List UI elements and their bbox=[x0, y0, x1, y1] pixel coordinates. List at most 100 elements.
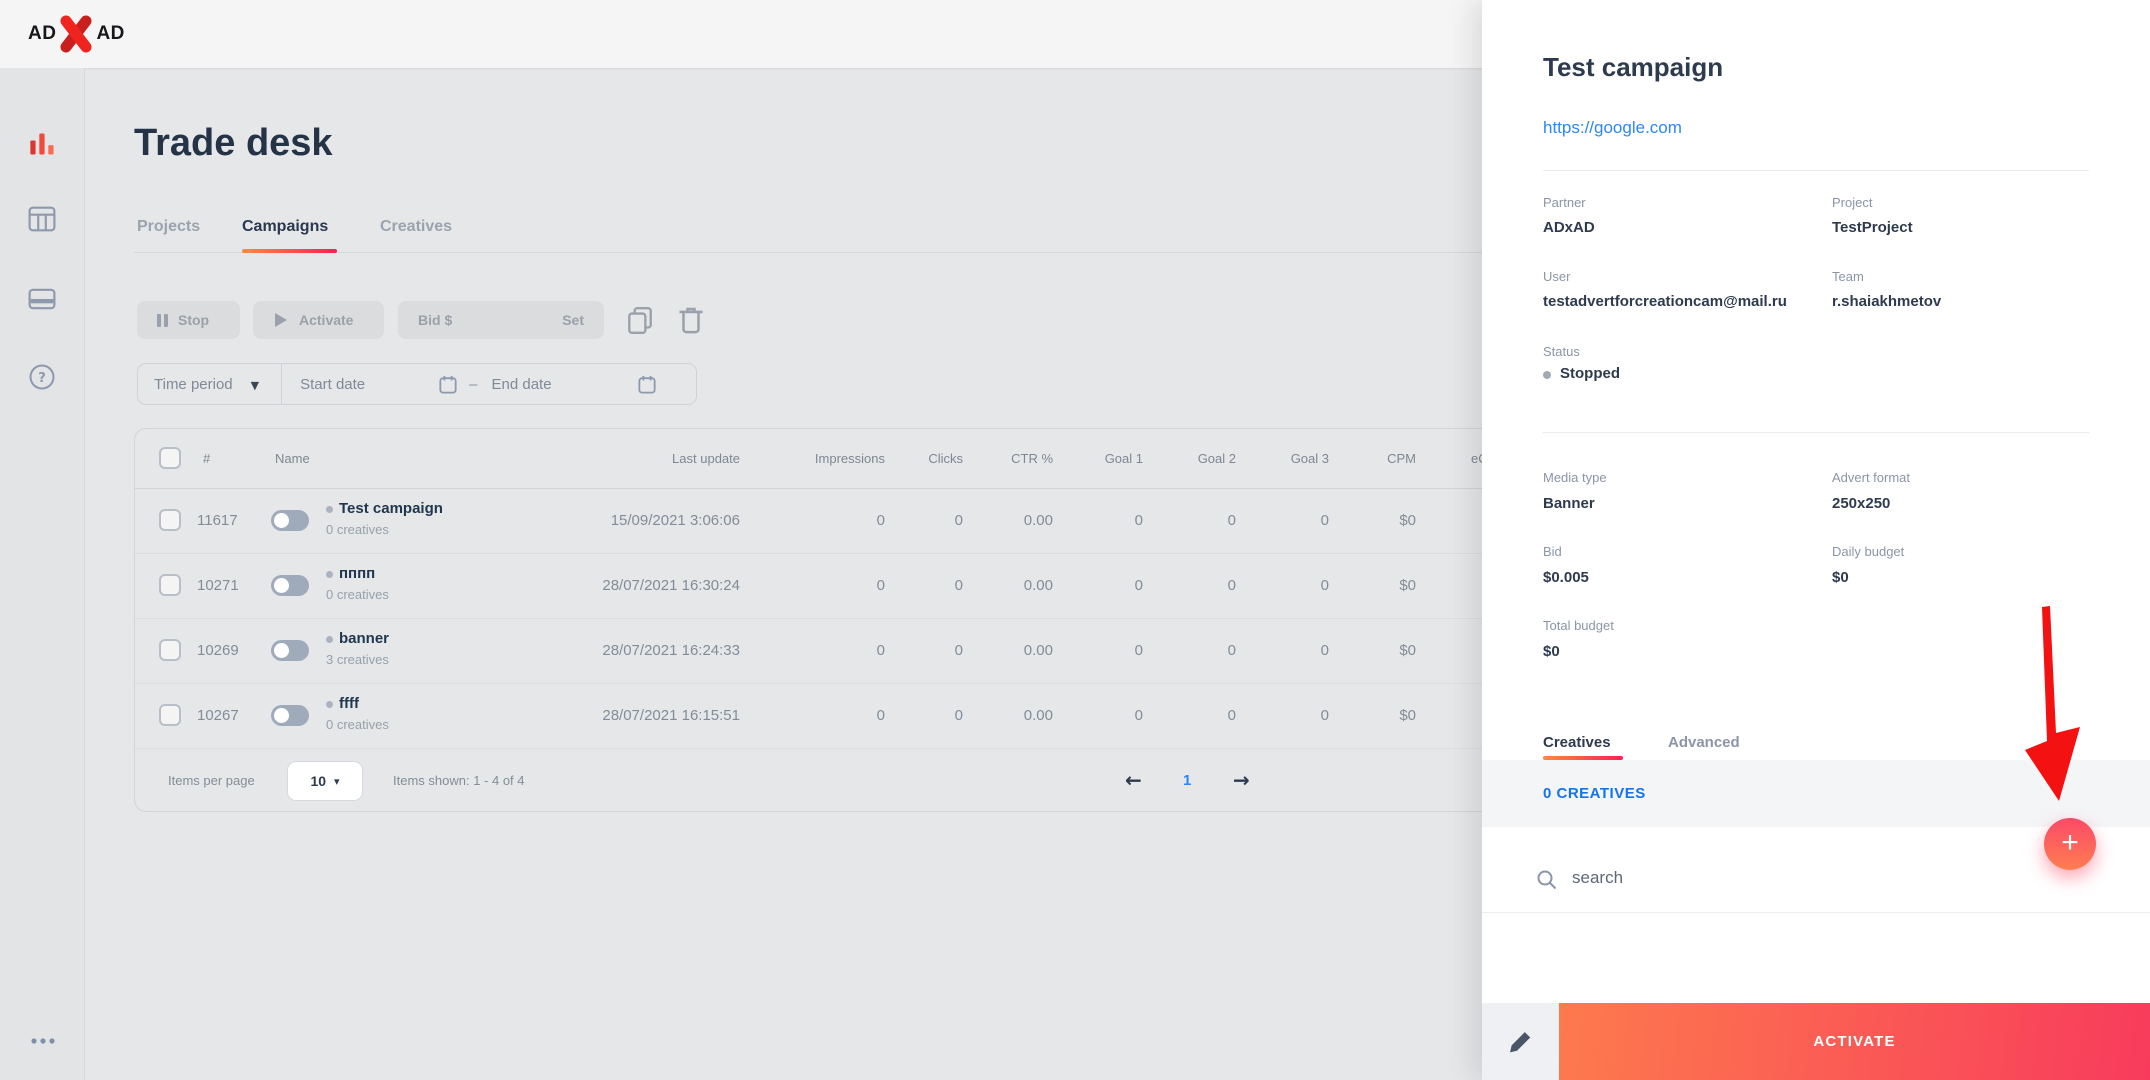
cell-ctr: 0.00 bbox=[1024, 618, 1053, 683]
campaign-row[interactable]: 10267 ffff 0 creatives 28/07/2021 16:15:… bbox=[135, 683, 1515, 748]
start-date-input[interactable]: Start date bbox=[300, 376, 365, 393]
media-type-value: Banner bbox=[1543, 495, 1595, 512]
cell-clicks: 0 bbox=[955, 618, 963, 683]
cell-clicks: 0 bbox=[955, 488, 963, 553]
pencil-icon bbox=[1508, 1029, 1534, 1055]
campaign-id: 10271 bbox=[197, 553, 239, 618]
stop-button[interactable]: Stop bbox=[137, 301, 240, 339]
bid-input[interactable]: Bid $ bbox=[418, 312, 452, 328]
end-date-calendar-icon[interactable] bbox=[638, 375, 656, 394]
bid-set-button[interactable]: Set bbox=[562, 312, 584, 328]
cell-goal1: 0 bbox=[1135, 488, 1143, 553]
tab-campaigns[interactable]: Campaigns bbox=[242, 218, 328, 236]
cell-cpm: $0 bbox=[1399, 553, 1416, 618]
campaign-url-link[interactable]: https://google.com bbox=[1543, 118, 1682, 138]
campaign-toggle[interactable] bbox=[271, 705, 309, 726]
campaign-name[interactable]: ffff bbox=[339, 695, 359, 712]
creatives-count: 0 CREATIVES bbox=[1543, 785, 1646, 802]
bid-set-control[interactable]: Bid $ Set bbox=[398, 301, 604, 339]
adxad-logo[interactable]: AD AD bbox=[28, 12, 125, 56]
campaign-name[interactable]: banner bbox=[339, 630, 389, 647]
advert-format-label: Advert format bbox=[1832, 470, 1910, 485]
daily-budget-label: Daily budget bbox=[1832, 544, 1904, 559]
campaign-details-panel: Test campaign https://google.com Partner… bbox=[1482, 0, 2150, 1080]
campaign-row[interactable]: 11617 Test campaign 0 creatives 15/09/20… bbox=[135, 488, 1515, 554]
edit-button[interactable] bbox=[1482, 1003, 1559, 1080]
tab-creatives[interactable]: Creatives bbox=[380, 218, 452, 236]
advert-format-value: 250x250 bbox=[1832, 495, 1890, 512]
status-bullet bbox=[326, 506, 333, 513]
campaign-id: 10269 bbox=[197, 618, 239, 683]
search-icon bbox=[1536, 869, 1558, 891]
activate-button[interactable]: Activate bbox=[253, 301, 384, 339]
campaign-name[interactable]: Test campaign bbox=[339, 500, 443, 517]
more-icon[interactable] bbox=[30, 1036, 56, 1046]
panel-activate-label: ACTIVATE bbox=[1813, 1033, 1895, 1050]
cell-goal2: 0 bbox=[1228, 618, 1236, 683]
end-date-input[interactable]: End date bbox=[492, 376, 552, 393]
active-tab-underline bbox=[242, 249, 337, 253]
campaign-row[interactable]: 10271 пппп 0 creatives 28/07/2021 16:30:… bbox=[135, 553, 1515, 619]
tab-projects[interactable]: Projects bbox=[137, 218, 200, 236]
prev-page-arrow[interactable]: ← bbox=[1125, 749, 1142, 812]
col-clicks: Clicks bbox=[928, 429, 963, 488]
cell-last-update: 28/07/2021 16:24:33 bbox=[602, 618, 740, 683]
status-bullet bbox=[326, 636, 333, 643]
pagination-bar: Items per page 10 ▾ Items shown: 1 - 4 o… bbox=[135, 748, 1515, 812]
panel-tab-advanced[interactable]: Advanced bbox=[1668, 734, 1740, 751]
add-creative-button[interactable]: + bbox=[2044, 818, 2096, 870]
panel-tab-creatives[interactable]: Creatives bbox=[1543, 734, 1611, 751]
pause-icon bbox=[157, 314, 168, 327]
row-checkbox[interactable] bbox=[159, 509, 181, 531]
row-checkbox[interactable] bbox=[159, 704, 181, 726]
bid-label: Bid bbox=[1543, 544, 1562, 559]
items-per-page-label: Items per page bbox=[168, 749, 255, 812]
total-budget-value: $0 bbox=[1543, 643, 1560, 660]
select-all-checkbox[interactable] bbox=[159, 447, 181, 469]
col-impressions: Impressions bbox=[815, 429, 885, 488]
svg-text:?: ? bbox=[38, 371, 46, 386]
panel-bottom-bar: ACTIVATE bbox=[1482, 1003, 2150, 1080]
items-per-page-select[interactable]: 10 ▾ bbox=[287, 761, 363, 801]
campaign-name[interactable]: пппп bbox=[339, 565, 375, 582]
help-icon[interactable]: ? bbox=[28, 363, 56, 391]
row-checkbox[interactable] bbox=[159, 574, 181, 596]
current-page[interactable]: 1 bbox=[1183, 749, 1191, 812]
cell-clicks: 0 bbox=[955, 553, 963, 618]
creative-search-input[interactable] bbox=[1570, 867, 1894, 889]
cell-cpm: $0 bbox=[1399, 683, 1416, 748]
payments-icon[interactable] bbox=[28, 285, 56, 313]
start-date-calendar-icon[interactable] bbox=[439, 375, 457, 394]
user-value: testadvertforcreationcam@mail.ru bbox=[1543, 293, 1787, 310]
copy-icon[interactable] bbox=[625, 305, 655, 335]
cell-goal1: 0 bbox=[1135, 683, 1143, 748]
app-root: AD AD bbox=[0, 0, 2150, 1080]
annotation-arrow-icon bbox=[2010, 598, 2100, 810]
cell-ctr: 0.00 bbox=[1024, 553, 1053, 618]
campaign-id: 11617 bbox=[197, 488, 238, 553]
cell-goal2: 0 bbox=[1228, 553, 1236, 618]
campaign-toggle[interactable] bbox=[271, 640, 309, 661]
panel-title: Test campaign bbox=[1543, 52, 1723, 83]
row-checkbox[interactable] bbox=[159, 639, 181, 661]
projects-icon[interactable] bbox=[28, 205, 56, 233]
daily-budget-value: $0 bbox=[1832, 569, 1849, 586]
campaign-toggle[interactable] bbox=[271, 510, 309, 531]
campaign-creatives-count: 0 creatives bbox=[326, 587, 389, 602]
status-label: Status bbox=[1543, 344, 1580, 359]
col-goal1: Goal 1 bbox=[1105, 429, 1143, 488]
cell-goal1: 0 bbox=[1135, 553, 1143, 618]
delete-icon[interactable] bbox=[677, 305, 705, 335]
campaign-row[interactable]: 10269 banner 3 creatives 28/07/2021 16:2… bbox=[135, 618, 1515, 684]
next-page-arrow[interactable]: → bbox=[1233, 749, 1250, 812]
items-per-page-value: 10 bbox=[310, 750, 326, 813]
campaign-toggle[interactable] bbox=[271, 575, 309, 596]
stats-icon[interactable] bbox=[28, 130, 56, 158]
cell-impressions: 0 bbox=[877, 683, 885, 748]
project-label: Project bbox=[1832, 195, 1872, 210]
chevron-down-icon[interactable]: ▼ bbox=[251, 379, 259, 392]
partner-label: Partner bbox=[1543, 195, 1586, 210]
time-period-select[interactable]: Time period bbox=[154, 376, 233, 393]
panel-activate-button[interactable]: ACTIVATE bbox=[1559, 1003, 2150, 1080]
campaign-creatives-count: 0 creatives bbox=[326, 522, 389, 537]
